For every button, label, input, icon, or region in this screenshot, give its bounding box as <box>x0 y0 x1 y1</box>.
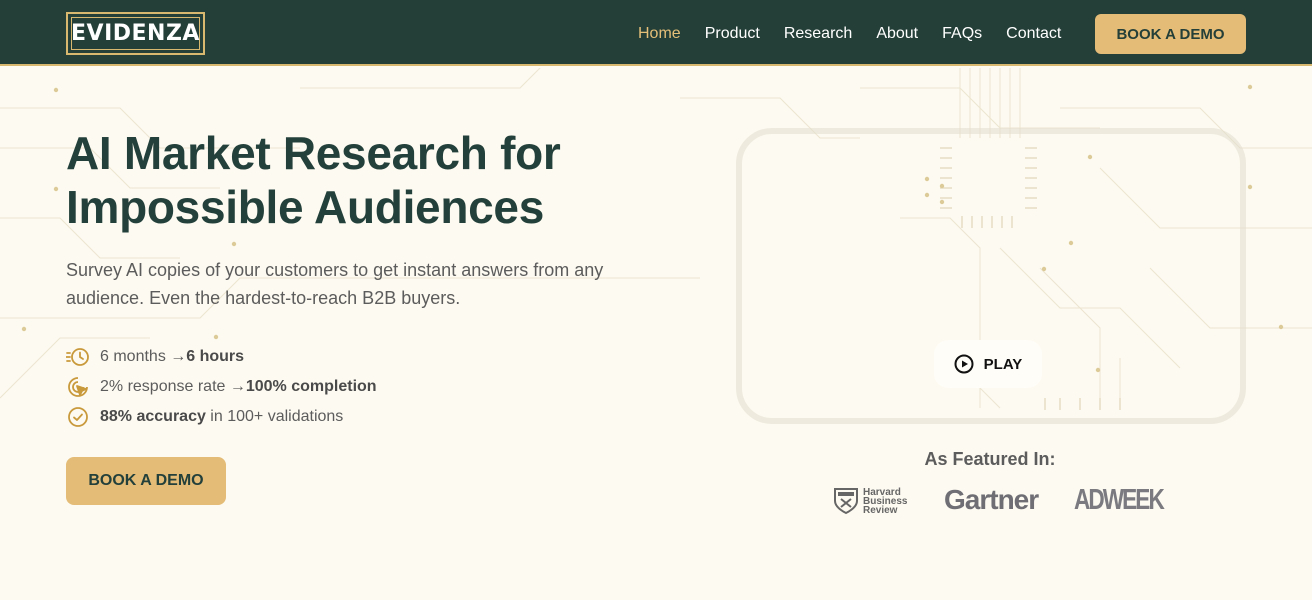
play-icon <box>954 354 974 374</box>
hero-title-line-2: Impossible Audiences <box>66 181 544 233</box>
featured-in-heading: As Featured In: <box>924 449 1056 469</box>
play-label: PLAY <box>983 355 1023 373</box>
stat-speed-before: 6 months → <box>100 348 187 365</box>
hbr-word-3: Review <box>863 504 898 516</box>
stat-completion-value: 100% completion <box>245 378 377 395</box>
nav-link-about[interactable]: About <box>876 24 918 44</box>
stats-list: 6 months → 6 hours 2% response rate → 10… <box>66 342 377 432</box>
brand-name: EVIDENZA <box>71 21 200 46</box>
hero-subtitle: Survey AI copies of your customers to ge… <box>66 260 604 308</box>
stat-accuracy: 88% accuracy in 100+ validations <box>66 402 377 432</box>
nav-book-demo-button[interactable]: BOOK A DEMO <box>1095 14 1246 54</box>
gartner-logo: Gartner <box>944 484 1039 515</box>
hbr-shield-icon <box>834 488 858 515</box>
play-button[interactable]: PLAY <box>934 340 1042 388</box>
nav-link-product[interactable]: Product <box>705 24 760 44</box>
hero-title-line-1: AI Market Research for <box>66 127 561 179</box>
stat-speed: 6 months → 6 hours <box>66 342 377 372</box>
nav-link-research[interactable]: Research <box>784 24 852 44</box>
stat-accuracy-after: in 100+ validations <box>205 408 344 425</box>
hbr-text: Harvard Business Review <box>863 487 907 516</box>
check-circle-icon <box>66 405 90 429</box>
nav-link-faqs[interactable]: FAQs <box>942 24 982 44</box>
stat-completion-before: 2% response rate → <box>100 378 246 395</box>
nav-link-home[interactable]: Home <box>638 24 681 44</box>
hbr-logo: Harvard Business Review <box>833 487 907 515</box>
nav-links: Home Product Research About FAQs Contact <box>638 24 1085 44</box>
brand-logo[interactable]: EVIDENZA <box>66 12 205 55</box>
fast-clock-icon <box>66 345 90 369</box>
hero-title: AI Market Research for Impossible Audien… <box>66 126 706 234</box>
stat-speed-value: 6 hours <box>186 348 245 365</box>
top-navbar: EVIDENZA Home Product Research About FAQ… <box>0 0 1312 66</box>
nav-link-contact[interactable]: Contact <box>1006 24 1061 44</box>
stat-completion: 2% response rate → 100% completion <box>66 372 377 402</box>
adweek-logo: ADWEEK <box>1074 484 1165 516</box>
stat-accuracy-value: 88% accuracy <box>100 408 206 425</box>
target-cursor-icon <box>66 375 90 399</box>
hero-book-demo-button[interactable]: BOOK A DEMO <box>66 457 226 505</box>
